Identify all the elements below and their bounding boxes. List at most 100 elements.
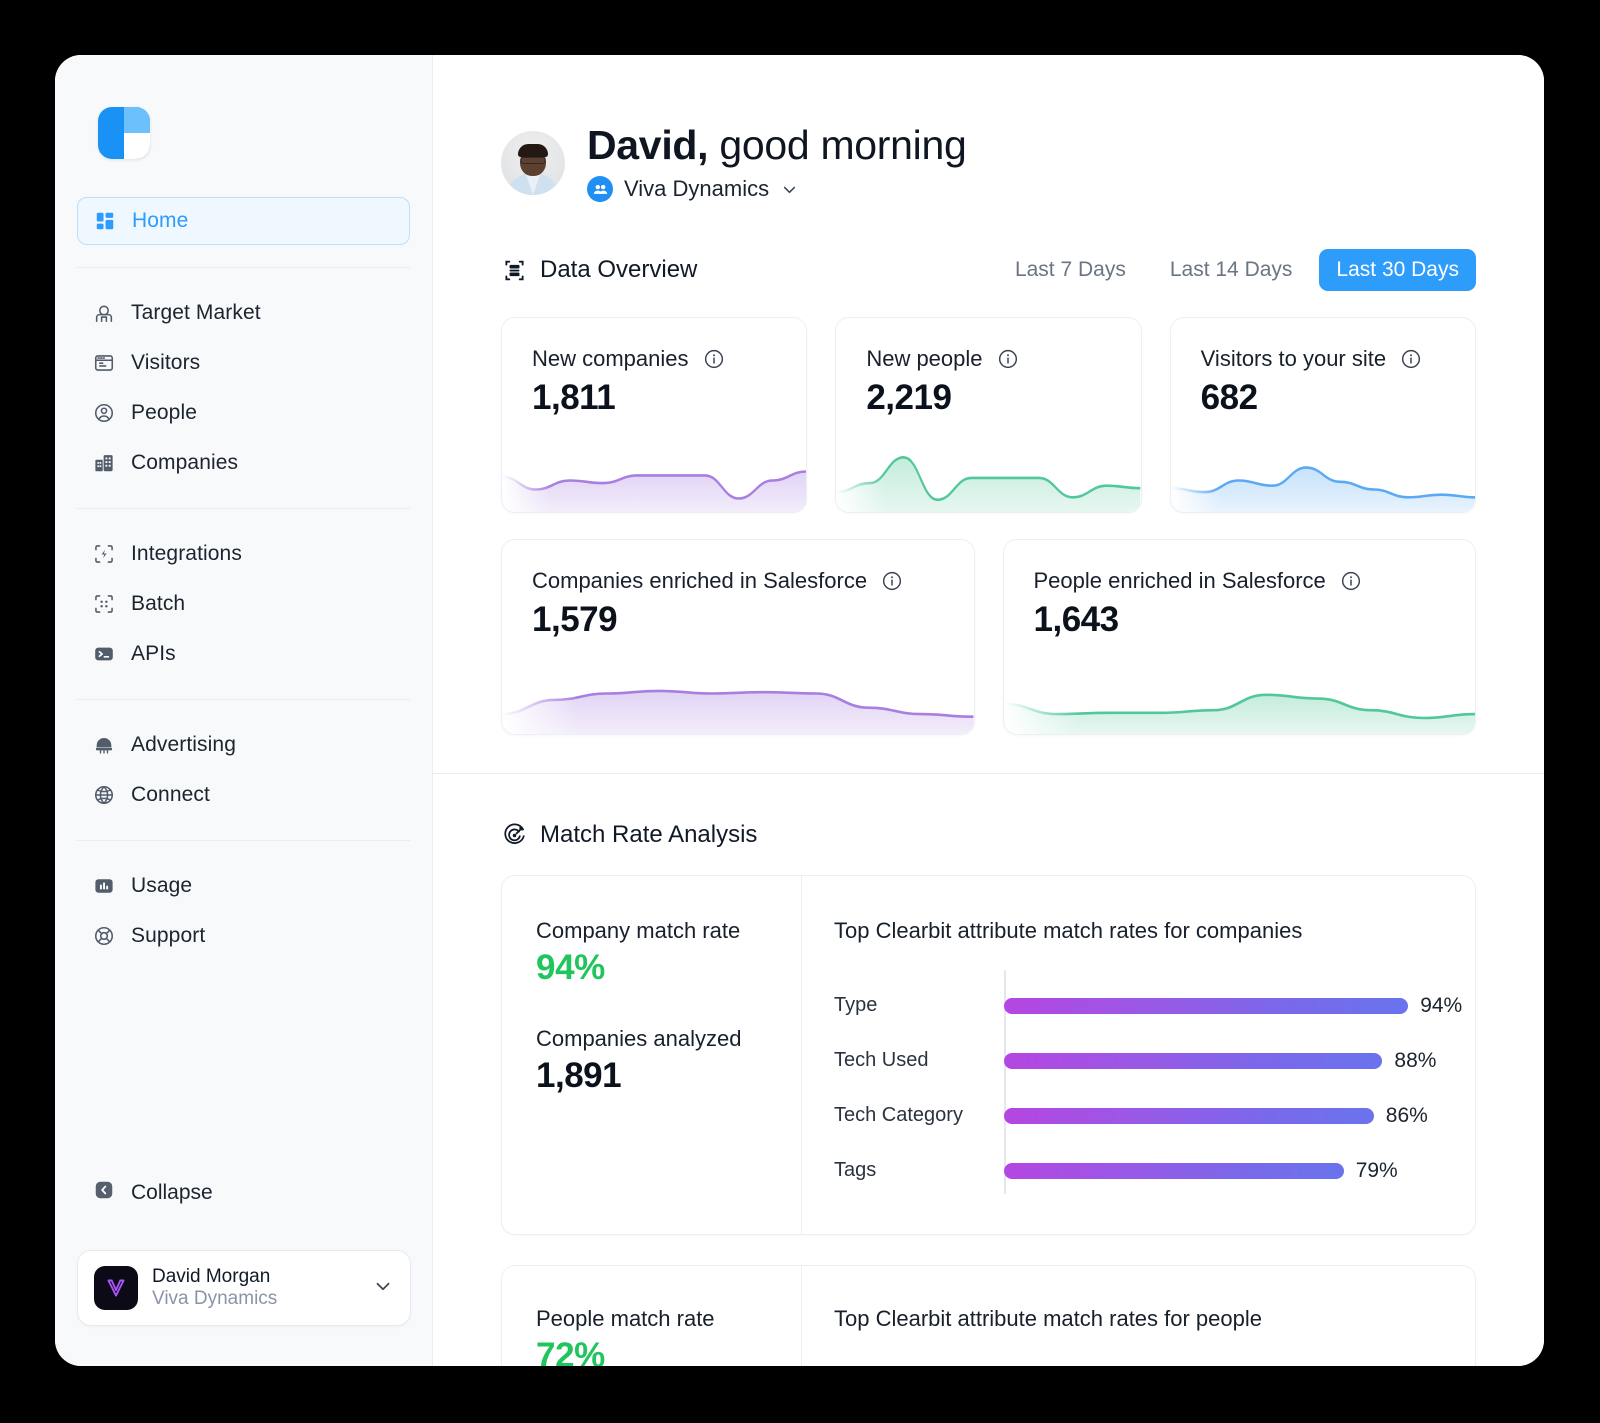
clearbit-logo-icon[interactable] (98, 107, 150, 159)
bar-track: 88% (1004, 1049, 1462, 1073)
metric-label: Visitors to your site (1200, 346, 1387, 372)
org-switcher[interactable]: Viva Dynamics (587, 176, 966, 203)
sidebar-group-2: Integrations Batch APIs (77, 531, 410, 677)
range-tab-last-7-days[interactable]: Last 7 Days (998, 249, 1143, 291)
section-divider (433, 773, 1544, 775)
metric-header: New people (866, 346, 1110, 372)
info-icon[interactable] (703, 348, 725, 370)
main-content: David, good morning Viva Dynamics Data O… (433, 55, 1544, 1366)
sidebar-item-label: Target Market (131, 301, 261, 324)
bar-value-label: 86% (1385, 1103, 1428, 1127)
sidebar-item-target-market[interactable]: Target Market (77, 290, 410, 336)
range-tab-last-14-days[interactable]: Last 14 Days (1153, 249, 1310, 291)
sidebar-item-companies[interactable]: Companies (77, 440, 410, 486)
sidebar-item-connect[interactable]: Connect (77, 772, 410, 818)
greeting-row: David, good morning Viva Dynamics (433, 55, 1544, 203)
bar-value-label: 94% (1420, 993, 1463, 1017)
metric-header: People enriched in Salesforce (1034, 568, 1446, 594)
bar-row: Tech Category 86% (834, 1088, 1462, 1143)
target-icon (501, 822, 527, 848)
sidebar-item-integrations[interactable]: Integrations (77, 531, 410, 577)
companies-match-stats: Company match rate 94% Companies analyze… (502, 876, 802, 1235)
companies-analyzed-value: 1,891 (536, 1056, 622, 1096)
bar-category-label: Tech Used (834, 1049, 929, 1072)
sidebar-item-usage[interactable]: Usage (77, 863, 410, 909)
bar-fill (1004, 1107, 1374, 1124)
bar-track: 86% (1004, 1104, 1462, 1128)
metric-card: New companies 1,811 (501, 317, 808, 514)
bar-fill (1004, 1162, 1344, 1179)
bar-chart: Type 94% Tech Used 88% Tech Category 86% Tags 7… (834, 970, 1463, 1198)
sidebar-item-label: APIs (131, 642, 176, 665)
sidebar-divider (77, 508, 410, 509)
companies-match-card: Company match rate 94% Companies analyze… (501, 875, 1476, 1236)
org-name: Viva Dynamics (624, 176, 770, 202)
sidebar-item-label: Home (132, 209, 189, 232)
data-overview-header: Data Overview Last 7 Days Last 14 Days Las… (433, 249, 1544, 292)
metric-card: People enriched in Salesforce 1,643 (1002, 539, 1476, 736)
sidebar-item-apis[interactable]: APIs (77, 631, 410, 677)
sidebar-item-home[interactable]: Home (77, 197, 410, 245)
collapse-label: Collapse (131, 1181, 213, 1204)
metric-value: 1,643 (1033, 600, 1120, 640)
metric-value: 682 (1200, 378, 1258, 418)
account-name: David Morgan (152, 1265, 271, 1287)
chevron-down-icon[interactable] (780, 180, 799, 199)
metric-label: New companies (532, 346, 689, 372)
metric-value: 2,219 (866, 378, 952, 418)
person-circle-icon (93, 402, 115, 424)
info-icon[interactable] (997, 348, 1019, 370)
app-window: Home Target Market Visitors People Companies… (55, 55, 1544, 1366)
sidebar-group-0: Home (77, 197, 410, 245)
avatar (94, 1266, 138, 1310)
data-overview-icon (501, 257, 527, 283)
sidebar-item-visitors[interactable]: Visitors (77, 340, 410, 386)
chevron-left-icon (93, 1179, 115, 1207)
collapse-button[interactable]: Collapse (77, 1172, 229, 1214)
section-title: Match Rate Analysis (540, 821, 758, 849)
account-switcher[interactable]: David Morgan Viva Dynamics (77, 1250, 411, 1326)
metric-header: Companies enriched in Salesforce (532, 568, 944, 594)
browser-window-icon (93, 352, 115, 374)
sidebar-item-support[interactable]: Support (77, 913, 410, 959)
globe-icon (93, 784, 115, 806)
bar-chart-icon (93, 875, 115, 897)
people-attribute-chart: Top Clearbit attribute match rates for p… (802, 1266, 1475, 1366)
metric-grid-row1: New companies 1,811 New people 2,219 Visitor… (433, 317, 1544, 514)
range-tab-last-30-days[interactable]: Last 30 Days (1319, 249, 1476, 292)
metric-label: People enriched in Salesforce (1033, 568, 1326, 594)
greeting-rest: good morning (708, 122, 967, 168)
lifebuoy-icon (93, 925, 115, 947)
metric-card: Visitors to your site 682 (1169, 317, 1476, 514)
chart-title: Top Clearbit attribute match rates for p… (834, 1306, 1263, 1332)
bar-value-label: 79% (1355, 1158, 1398, 1182)
people-match-rate-value: 72% (536, 1336, 605, 1366)
info-icon[interactable] (1340, 570, 1362, 592)
metric-label: Companies enriched in Salesforce (532, 568, 868, 594)
chart-title: Top Clearbit attribute match rates for c… (834, 918, 1303, 944)
bar-fill (1004, 1052, 1383, 1069)
sparkline-chart (1003, 664, 1475, 735)
account-text: David Morgan Viva Dynamics (152, 1266, 358, 1310)
bar-value-label: 88% (1394, 1048, 1437, 1072)
bar-track: 79% (1004, 1159, 1462, 1183)
bar-row: Type 94% (834, 978, 1463, 1033)
sidebar: Home Target Market Visitors People Companies… (55, 55, 433, 1366)
sidebar-group-3: Advertising Connect (77, 722, 410, 818)
metric-header: New companies (532, 346, 776, 372)
sidebar-item-batch[interactable]: Batch (77, 581, 410, 627)
company-match-rate-value: 94% (536, 948, 605, 988)
sparkline-chart (502, 664, 974, 735)
sidebar-item-advertising[interactable]: Advertising (77, 722, 410, 768)
sidebar-item-label: Companies (131, 451, 239, 474)
info-icon[interactable] (1400, 348, 1422, 370)
bar-category-label: Tags (834, 1159, 877, 1182)
metric-card: New people 2,219 (835, 317, 1142, 514)
range-tabs: Last 7 Days Last 14 Days Last 30 Days (998, 249, 1476, 292)
companies-analyzed-label: Companies analyzed (536, 1026, 742, 1052)
greeting-name: David, (587, 122, 709, 168)
chevron-down-icon[interactable] (372, 1275, 394, 1302)
metric-value: 1,811 (532, 378, 616, 418)
info-icon[interactable] (881, 570, 903, 592)
sidebar-item-people[interactable]: People (77, 390, 410, 436)
